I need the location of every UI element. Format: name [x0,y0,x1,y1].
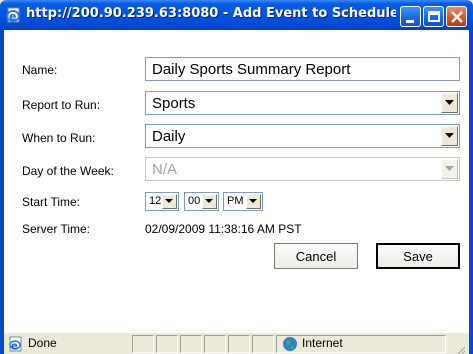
status-pane [132,335,154,353]
when-dropdown-button[interactable] [441,126,458,146]
when-select[interactable]: Daily [145,124,460,148]
window-title: http://200.90.239.63:8080 - Add Event to… [26,6,396,21]
status-pane [252,335,274,353]
day-select-value: N/A [152,161,178,178]
start-hour-dropdown-button[interactable] [162,194,177,209]
server-time-label: Server Time: [22,222,91,236]
minimize-button[interactable] [400,6,421,27]
start-ampm-select[interactable]: PM [223,192,263,211]
when-label: When to Run: [22,131,96,145]
ie-done-icon: e [8,336,24,354]
day-dropdown-button [441,159,458,179]
start-time-label: Start Time: [22,195,81,209]
svg-text:e: e [9,10,16,23]
close-icon [451,11,463,23]
report-dropdown-button[interactable] [441,93,458,113]
chevron-down-icon [165,199,173,203]
start-ampm-value: PM [227,195,244,207]
start-hour-select[interactable]: 12 [145,192,179,211]
chevron-down-icon [445,166,454,171]
dialog-content: Name: Daily Sports Summary Report Report… [4,30,469,332]
minimize-icon [406,20,414,23]
name-field[interactable]: Daily Sports Summary Report [145,57,460,81]
chevron-down-icon [249,199,257,203]
start-minute-select[interactable]: 00 [184,192,219,211]
globe-icon [282,336,298,354]
status-text: Done [28,336,57,350]
start-minute-value: 00 [188,195,201,207]
maximize-button[interactable] [423,6,444,27]
maximize-icon [428,11,440,22]
close-button[interactable] [446,6,467,27]
ie-page-icon: e [5,6,23,24]
report-select-value: Sports [152,95,196,112]
title-bar[interactable]: e http://200.90.239.63:8080 - Add Event … [0,0,473,30]
when-select-value: Daily [152,128,186,145]
status-pane [180,335,202,353]
start-minute-dropdown-button[interactable] [202,194,217,209]
chevron-down-icon [445,100,454,105]
day-select: N/A [145,157,460,181]
window-frame-right [469,30,473,354]
report-select[interactable]: Sports [145,91,460,115]
zone-text: Internet [302,336,343,350]
status-pane [156,335,178,353]
cancel-button[interactable]: Cancel [274,243,358,269]
chevron-down-icon [205,199,213,203]
svg-text:e: e [11,341,18,352]
chevron-down-icon [445,133,454,138]
start-ampm-dropdown-button[interactable] [246,194,261,209]
server-time-value: 02/09/2009 11:38:16 AM PST [145,222,302,236]
day-label: Day of the Week: [22,164,114,178]
name-label: Name: [22,63,58,77]
status-pane [204,335,226,353]
resize-grip-icon[interactable] [456,341,466,354]
status-bar: e Done Internet [4,332,469,354]
save-button[interactable]: Save [376,243,460,269]
status-pane [228,335,250,353]
report-label: Report to Run: [22,98,101,112]
start-hour-value: 12 [149,195,162,207]
